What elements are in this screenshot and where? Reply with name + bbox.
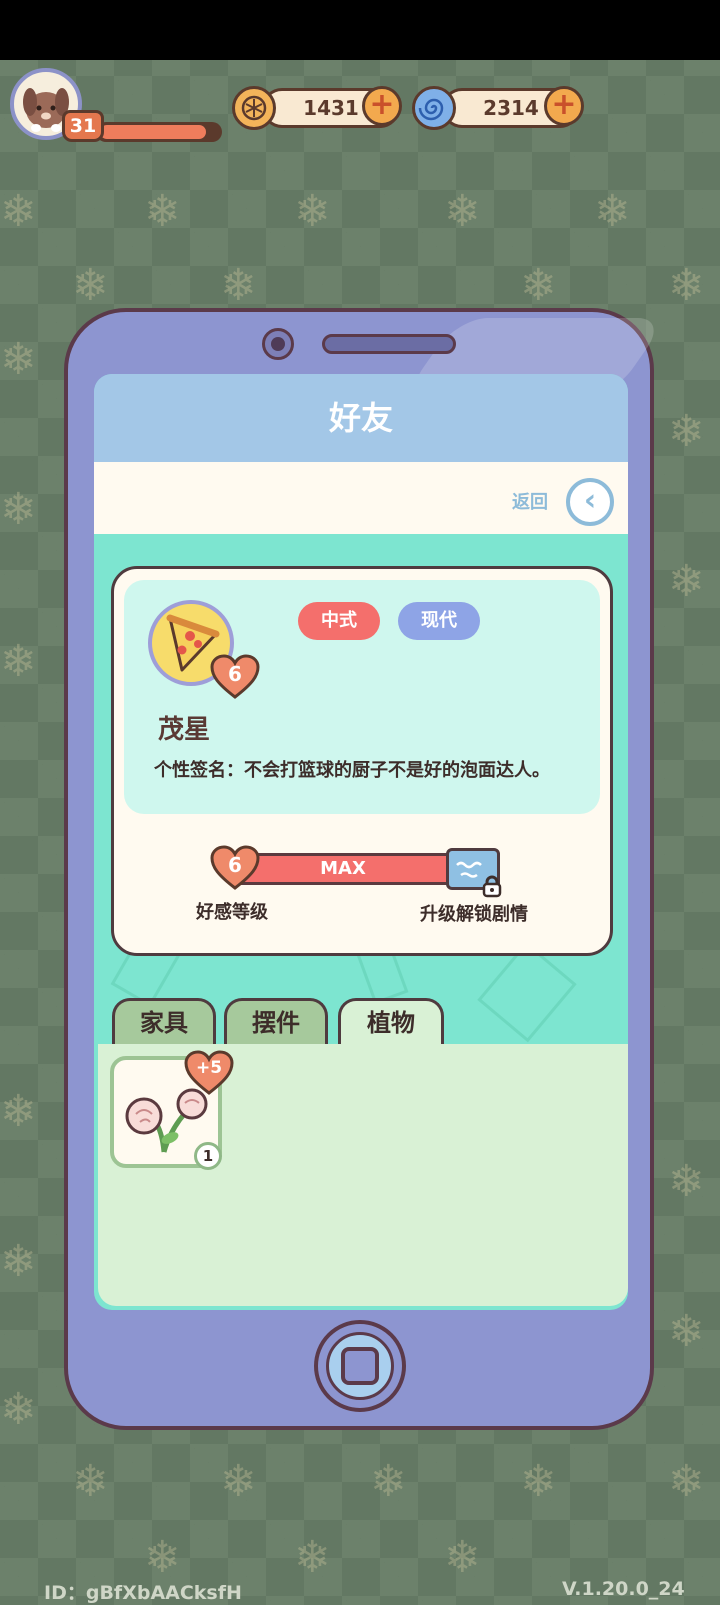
unlock-story-label: 升级解锁剧情 bbox=[420, 904, 528, 925]
add-coins-button[interactable]: + bbox=[362, 86, 402, 126]
xp-bar-fill bbox=[100, 125, 206, 139]
home-square-icon bbox=[341, 1347, 379, 1385]
affinity-level-badge: 6 bbox=[210, 845, 260, 891]
friend-signature: 个性签名：不会打篮球的厨子不是好的泡面达人。 bbox=[154, 760, 550, 781]
speaker-grille bbox=[322, 334, 456, 354]
tab-decorations[interactable]: 摆件 bbox=[224, 998, 328, 1048]
tag-modern-style: 现代 bbox=[398, 602, 480, 640]
back-button[interactable]: ‹ bbox=[566, 478, 614, 526]
back-label[interactable]: 返回 bbox=[512, 488, 548, 514]
player-level-badge: 31 bbox=[62, 110, 104, 142]
chevron-left-icon: ‹ bbox=[583, 483, 597, 518]
add-gems-button[interactable]: + bbox=[544, 86, 584, 126]
friend-affinity-level: 6 bbox=[228, 662, 242, 686]
swirl-gem-icon bbox=[412, 86, 456, 130]
affinity-level-number: 6 bbox=[228, 853, 242, 877]
tab-furniture[interactable]: 家具 bbox=[112, 998, 216, 1048]
app-version: V.1.20.0_24 bbox=[562, 1578, 685, 1600]
item-count: 1 bbox=[194, 1142, 222, 1170]
xp-bar bbox=[96, 122, 222, 142]
lock-icon bbox=[480, 874, 504, 898]
tag-chinese-style: 中式 bbox=[298, 602, 380, 640]
item-bonus-badge: +5 bbox=[184, 1050, 234, 1096]
affinity-bar: MAX bbox=[230, 853, 456, 885]
item-bonus-value: +5 bbox=[195, 1058, 223, 1078]
coin-icon bbox=[232, 86, 276, 130]
camera-lens bbox=[271, 337, 285, 351]
friend-affinity-badge: 6 bbox=[210, 654, 260, 700]
affinity-level-label: 好感等级 bbox=[196, 902, 268, 923]
status-bar bbox=[0, 0, 720, 60]
screen-title: 好友 bbox=[94, 374, 628, 462]
friend-name: 茂星 bbox=[158, 715, 211, 745]
tab-plants[interactable]: 植物 bbox=[338, 998, 444, 1048]
